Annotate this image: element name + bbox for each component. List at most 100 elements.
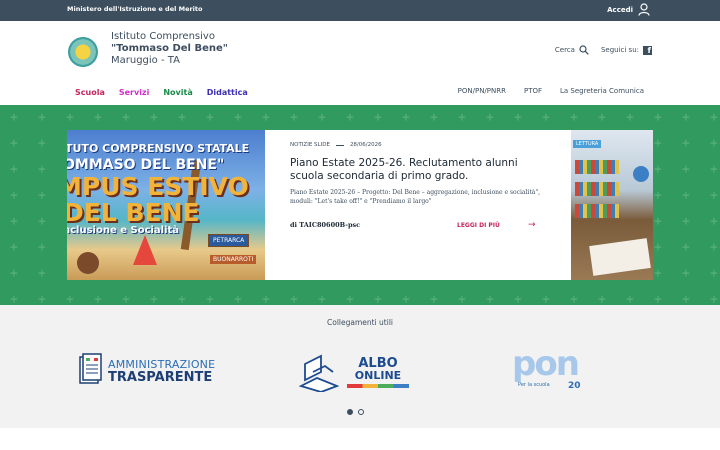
background-pattern-mark: + [710,110,718,125]
amministrazione-trasparente-link[interactable]: AMMINISTRAZIONE TRASPARENTE [78,351,215,391]
albo-icon [299,354,339,392]
globe-illustration [633,166,649,182]
user-icon [638,3,650,16]
pon-logo-text: pon [512,344,580,384]
background-pattern-mark: + [542,292,550,305]
follow-label: Seguici su: [600,46,639,54]
nav-segreteria[interactable]: La Segreteria Comunica [560,87,644,95]
background-pattern-mark: + [598,110,606,125]
search-button[interactable]: Cerca [555,45,589,55]
background-pattern-mark: + [346,110,354,125]
login-button[interactable]: Accedi [607,3,650,16]
next-slide-preview[interactable]: LETTURA [571,130,653,280]
nav-novita[interactable]: Novità [163,88,192,97]
carousel-slide[interactable]: TUTO COMPRENSIVO STATALE OMMASO DEL BENE… [67,130,653,280]
background-pattern-mark: + [10,240,18,255]
bookshelf-illustration [575,204,619,218]
carousel-dot[interactable] [437,269,443,275]
background-pattern-mark: + [318,110,326,125]
nav-ptof[interactable]: PTOF [524,87,542,95]
background-pattern-mark: + [290,110,298,125]
background-pattern-mark: + [178,292,186,305]
links-pagination [347,409,364,415]
background-pattern-mark: + [38,110,46,125]
albo-line2: ONLINE [354,368,402,382]
background-pattern-mark: + [38,240,46,255]
carousel-dot[interactable] [382,269,388,275]
nav-scuola[interactable]: Scuola [75,88,105,97]
background-pattern-mark: + [262,292,270,305]
background-pattern-mark: + [486,110,494,125]
background-pattern-mark: + [10,188,18,203]
background-pattern-mark: + [682,240,690,255]
carousel-dot[interactable] [404,269,410,275]
background-pattern-mark: + [598,292,606,305]
slide-category[interactable]: NOTIZIE SLIDE [290,142,330,148]
background-pattern-mark: + [710,136,718,151]
background-pattern-mark: + [710,240,718,255]
slide-meta: NOTIZIE SLIDE 28/06/2026 [290,142,548,148]
child-illustration [77,252,99,274]
background-pattern-mark: + [234,292,242,305]
pon-link[interactable]: pon Per la scuola 20 [512,344,594,396]
background-pattern-mark: + [682,292,690,305]
background-pattern-mark: + [346,292,354,305]
background-pattern-mark: + [206,110,214,125]
background-pattern-mark: + [262,110,270,125]
background-pattern-mark: + [38,188,46,203]
background-pattern-mark: + [38,136,46,151]
school-location: Maruggio - TA [111,55,180,66]
background-pattern-mark: + [10,214,18,229]
links-dot[interactable] [358,409,364,415]
carousel-dot[interactable] [393,269,399,275]
social-follow: Seguici su: f [600,45,652,55]
background-pattern-mark: + [150,292,158,305]
background-pattern-mark: + [38,266,46,281]
background-pattern-mark: + [682,266,690,281]
background-pattern-mark: + [374,292,382,305]
albo-online-link[interactable]: ALBO ONLINE [299,352,409,392]
background-pattern-mark: + [10,162,18,177]
sign-petrarca: PETRARCA [208,234,250,247]
main-nav: Scuola Servizi Novità Didattica [75,88,248,97]
image-text-line3: MPUS ESTIVO [67,172,249,201]
nav-servizi[interactable]: Servizi [119,88,150,97]
carousel-dot[interactable] [415,269,421,275]
search-label: Cerca [554,46,575,54]
background-pattern-mark: + [318,292,326,305]
background-pattern-mark: + [10,266,18,281]
background-pattern-mark: + [682,110,690,125]
slide-author: di TAIC80600B-psc [290,221,361,229]
background-pattern-mark: + [542,110,550,125]
useful-links-section: Collegamenti utili AMMINISTRAZIONE TRASP… [0,305,720,428]
carousel-dot[interactable] [426,269,432,275]
site-header: Istituto Comprensivo "Tommaso Del Bene" … [0,21,720,105]
arrow-right-icon[interactable]: → [528,220,536,230]
background-pattern-mark: + [654,188,662,203]
nav-didattica[interactable]: Didattica [207,88,248,97]
image-text-line5: nclusione e Socialità [67,225,180,236]
background-pattern-mark: + [10,136,18,151]
nav-pon[interactable]: PON/PN/PNRR [458,87,506,95]
ministry-link[interactable]: Ministero dell'Istruzione e del Merito [67,5,203,13]
facebook-icon[interactable]: f [643,45,652,55]
slide-title[interactable]: Piano Estate 2025-26. Reclutamento alunn… [290,157,548,183]
carousel-dot[interactable] [459,269,465,275]
links-dot[interactable] [347,409,353,415]
albo-text: ALBO ONLINE [347,357,409,388]
background-pattern-mark: + [458,292,466,305]
school-logo[interactable] [68,37,98,67]
albo-line1: ALBO [358,355,398,371]
background-pattern-mark: + [654,110,662,125]
school-name[interactable]: Istituto Comprensivo "Tommaso Del Bene" … [111,31,228,66]
background-pattern-mark: + [290,292,298,305]
carousel-dot[interactable] [448,269,454,275]
background-pattern-mark: + [234,110,242,125]
background-pattern-mark: + [626,292,634,305]
slide-image[interactable]: TUTO COMPRENSIVO STATALE OMMASO DEL BENE… [67,130,265,280]
background-pattern-mark: + [66,292,74,305]
document-icon [79,353,102,384]
read-more-link[interactable]: LEGGI DI PIÙ [457,222,500,229]
background-pattern-mark: + [430,292,438,305]
amministrazione-text: AMMINISTRAZIONE TRASPARENTE [108,358,215,385]
